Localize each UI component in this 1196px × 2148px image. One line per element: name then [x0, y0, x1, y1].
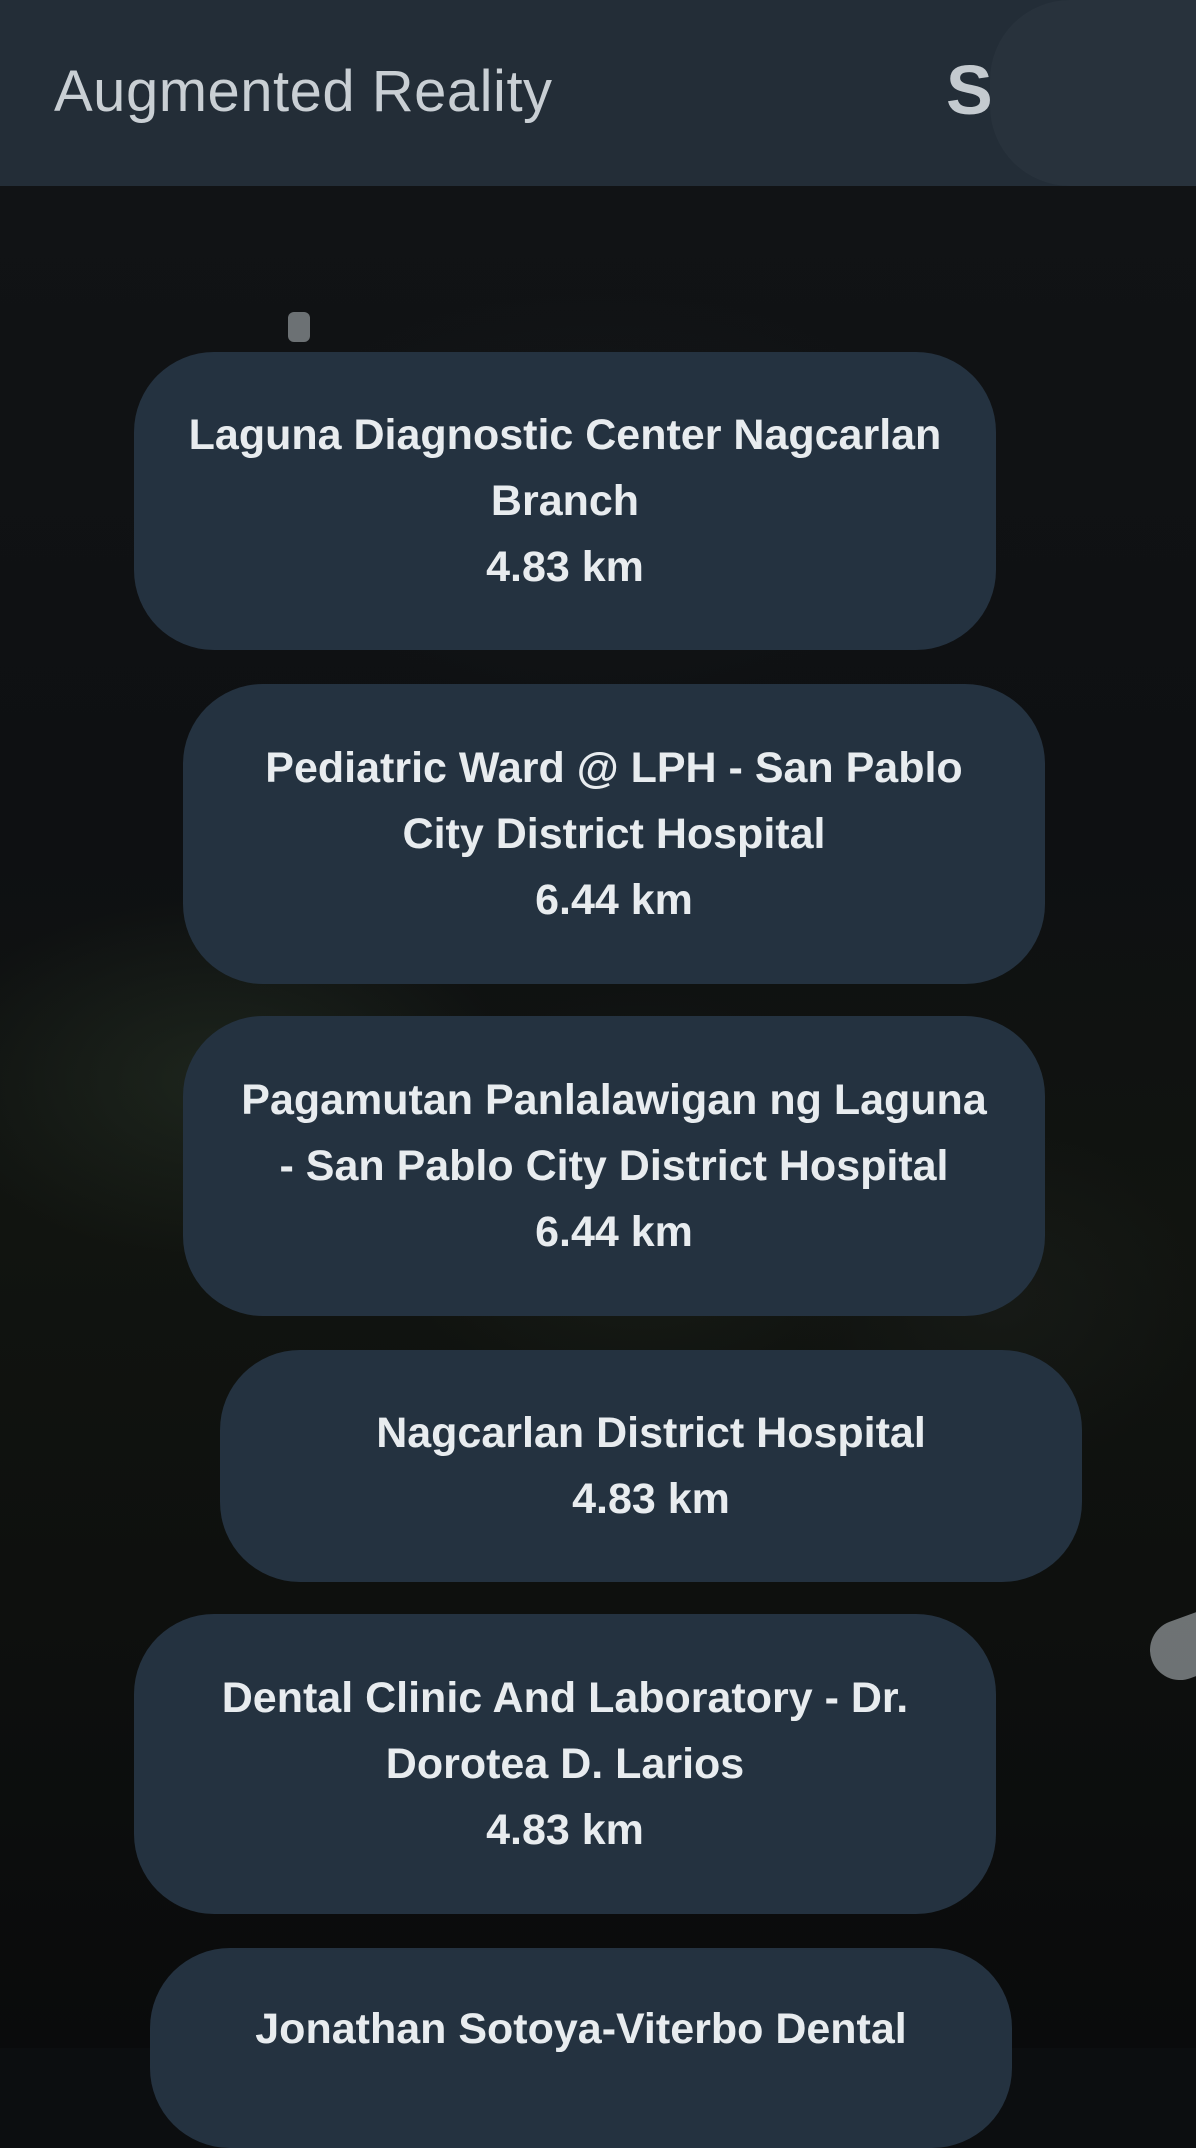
place-distance: 6.44 km: [535, 1208, 693, 1256]
place-card[interactable]: Dental Clinic And Laboratory - Dr. Dorot…: [134, 1614, 996, 1914]
app-bar-action-button[interactable]: [990, 0, 1196, 186]
place-name: Pediatric Ward @ LPH - San Pablo City Di…: [265, 744, 963, 858]
place-distance: 4.83 km: [572, 1475, 730, 1523]
place-name: Laguna Diagnostic Center Nagcarlan Branc…: [188, 411, 942, 525]
app-bar: Augmented Reality S: [0, 0, 1196, 186]
place-name: Jonathan Sotoya-Viterbo Dental: [255, 2005, 907, 2053]
place-card[interactable]: Laguna Diagnostic Center Nagcarlan Branc…: [134, 352, 996, 650]
camera-feed-highlight: [288, 312, 310, 342]
place-card[interactable]: Pediatric Ward @ LPH - San Pablo City Di…: [183, 684, 1045, 984]
place-name: Nagcarlan District Hospital: [376, 1409, 926, 1457]
app-bar-action-label[interactable]: S: [946, 50, 993, 130]
place-distance: 6.44 km: [535, 876, 693, 924]
place-distance: 4.83 km: [486, 1806, 644, 1854]
place-distance: 4.83 km: [486, 543, 644, 591]
place-name: Pagamutan Panlalawigan ng Laguna - San P…: [241, 1076, 987, 1190]
place-card[interactable]: Pagamutan Panlalawigan ng Laguna - San P…: [183, 1016, 1045, 1316]
place-name: Dental Clinic And Laboratory - Dr. Dorot…: [221, 1674, 909, 1788]
place-card[interactable]: Jonathan Sotoya-Viterbo Dental: [150, 1948, 1012, 2148]
app-bar-title: Augmented Reality: [54, 59, 553, 124]
place-card[interactable]: Nagcarlan District Hospital 4.83 km: [220, 1350, 1082, 1582]
